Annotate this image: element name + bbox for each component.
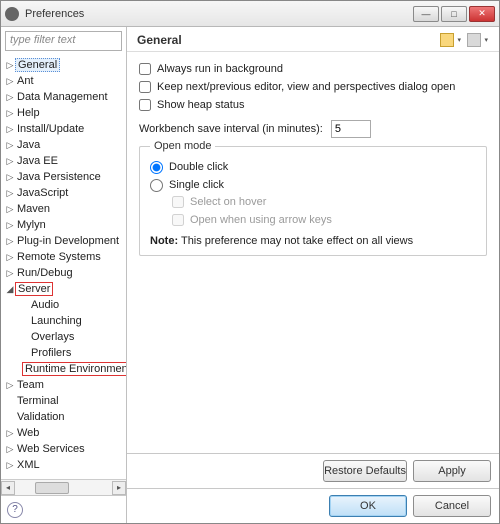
- minimize-button[interactable]: —: [413, 6, 439, 22]
- single-click-radio[interactable]: Single click: [150, 177, 476, 193]
- keep-next-prev-checkbox[interactable]: Keep next/previous editor, view and pers…: [139, 78, 487, 96]
- page-header: General: [127, 27, 499, 52]
- cancel-button[interactable]: Cancel: [413, 495, 491, 517]
- collapse-icon[interactable]: ◢: [5, 284, 15, 295]
- filter-input[interactable]: type filter text: [5, 31, 122, 51]
- tree-item-xml[interactable]: ▷XML: [5, 457, 126, 473]
- tree-item-runtime-environment[interactable]: ·Runtime Environment: [19, 361, 126, 377]
- tree-item-web[interactable]: ▷Web: [5, 425, 126, 441]
- expand-icon[interactable]: ▷: [5, 252, 15, 263]
- open-mode-group: Open mode Double click Single click Sele…: [139, 146, 487, 256]
- save-interval-label: Workbench save interval (in minutes):: [139, 123, 323, 135]
- tree-item-java[interactable]: ▷Java: [5, 137, 126, 153]
- open-mode-note: Note: This preference may not take effec…: [150, 235, 476, 247]
- expand-icon[interactable]: ▷: [5, 76, 15, 87]
- expand-icon[interactable]: ▷: [5, 204, 15, 215]
- titlebar: Preferences — □ ✕: [1, 1, 499, 27]
- open-mode-title: Open mode: [150, 140, 215, 152]
- expand-icon[interactable]: ▷: [5, 236, 15, 247]
- always-run-bg-checkbox[interactable]: Always run in background: [139, 60, 487, 78]
- expand-icon[interactable]: ▷: [5, 108, 15, 119]
- sidebar: type filter text ▷General ▷Ant ▷Data Man…: [1, 27, 127, 523]
- ok-button[interactable]: OK: [329, 495, 407, 517]
- save-interval-input[interactable]: [331, 120, 371, 138]
- nav-back-icon[interactable]: [440, 33, 454, 47]
- expand-icon[interactable]: ▷: [5, 460, 15, 471]
- expand-icon[interactable]: ▷: [5, 380, 15, 391]
- help-area: ?: [1, 495, 126, 523]
- expand-icon[interactable]: ▷: [5, 268, 15, 279]
- page-button-bar: Restore Defaults Apply: [127, 453, 499, 488]
- maximize-button[interactable]: □: [441, 6, 467, 22]
- open-arrow-keys-checkbox: Open when using arrow keys: [172, 211, 476, 229]
- tree-item-plugin-dev[interactable]: ▷Plug-in Development: [5, 233, 126, 249]
- expand-icon[interactable]: ▷: [5, 140, 15, 151]
- restore-defaults-button[interactable]: Restore Defaults: [323, 460, 407, 482]
- tree-item-validation[interactable]: ·Validation: [5, 409, 126, 425]
- expand-icon[interactable]: ▷: [5, 444, 15, 455]
- expand-icon[interactable]: ▷: [5, 220, 15, 231]
- tree-item-ant[interactable]: ▷Ant: [5, 73, 126, 89]
- apply-button[interactable]: Apply: [413, 460, 491, 482]
- tree-item-run-debug[interactable]: ▷Run/Debug: [5, 265, 126, 281]
- tree-hscrollbar[interactable]: ◂ ▸: [1, 479, 126, 495]
- page-title: General: [137, 33, 437, 47]
- tree-item-launching[interactable]: ·Launching: [19, 313, 126, 329]
- double-click-radio[interactable]: Double click: [150, 159, 476, 175]
- tree-item-data-management[interactable]: ▷Data Management: [5, 89, 126, 105]
- tree-item-help[interactable]: ▷Help: [5, 105, 126, 121]
- page-content: Always run in background Keep next/previ…: [127, 52, 499, 453]
- tree-item-java-persistence[interactable]: ▷Java Persistence: [5, 169, 126, 185]
- expand-icon[interactable]: ▷: [5, 124, 15, 135]
- close-button[interactable]: ✕: [469, 6, 495, 22]
- app-icon: [5, 7, 19, 21]
- scroll-left-icon[interactable]: ◂: [1, 481, 15, 495]
- tree-item-general[interactable]: ▷General: [5, 57, 126, 73]
- tree-item-maven[interactable]: ▷Maven: [5, 201, 126, 217]
- leaf-icon: ·: [19, 300, 29, 310]
- preference-tree: ▷General ▷Ant ▷Data Management ▷Help ▷In…: [1, 55, 126, 479]
- window-title: Preferences: [25, 8, 413, 20]
- scroll-thumb[interactable]: [35, 482, 69, 494]
- leaf-icon: ·: [19, 316, 29, 326]
- tree-item-install-update[interactable]: ▷Install/Update: [5, 121, 126, 137]
- nav-forward-icon[interactable]: [467, 33, 481, 47]
- leaf-icon: ·: [5, 396, 15, 406]
- scroll-right-icon[interactable]: ▸: [112, 481, 126, 495]
- expand-icon[interactable]: ▷: [5, 60, 15, 71]
- tree-item-profilers[interactable]: ·Profilers: [19, 345, 126, 361]
- tree-item-terminal[interactable]: ·Terminal: [5, 393, 126, 409]
- expand-icon[interactable]: ▷: [5, 156, 15, 167]
- tree-item-java-ee[interactable]: ▷Java EE: [5, 153, 126, 169]
- tree-item-server[interactable]: ◢Server: [5, 281, 126, 297]
- leaf-icon: ·: [5, 412, 15, 422]
- dialog-button-bar: OK Cancel: [127, 488, 499, 523]
- help-icon[interactable]: ?: [7, 502, 23, 518]
- leaf-icon: ·: [19, 348, 29, 358]
- tree-item-overlays[interactable]: ·Overlays: [19, 329, 126, 345]
- expand-icon[interactable]: ▷: [5, 188, 15, 199]
- expand-icon[interactable]: ▷: [5, 172, 15, 183]
- tree-item-javascript[interactable]: ▷JavaScript: [5, 185, 126, 201]
- tree-item-team[interactable]: ▷Team: [5, 377, 126, 393]
- select-on-hover-checkbox: Select on hover: [172, 193, 476, 211]
- expand-icon[interactable]: ▷: [5, 428, 15, 439]
- expand-icon[interactable]: ▷: [5, 92, 15, 103]
- leaf-icon: ·: [19, 332, 29, 342]
- tree-item-web-services[interactable]: ▷Web Services: [5, 441, 126, 457]
- tree-item-audio[interactable]: ·Audio: [19, 297, 126, 313]
- show-heap-checkbox[interactable]: Show heap status: [139, 96, 487, 114]
- tree-item-remote-systems[interactable]: ▷Remote Systems: [5, 249, 126, 265]
- tree-item-mylyn[interactable]: ▷Mylyn: [5, 217, 126, 233]
